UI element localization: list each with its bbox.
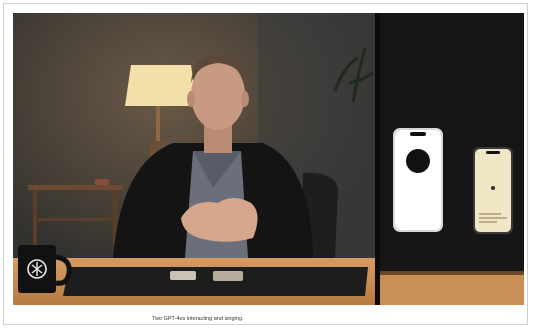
presenter-scene xyxy=(13,13,375,305)
content-frame: Two GPT-4os interacting and singing. xyxy=(3,3,528,325)
video-frame[interactable] xyxy=(13,13,524,305)
black-circle-icon xyxy=(406,149,430,173)
phone-on-table-left xyxy=(170,271,196,280)
phone-on-table-right xyxy=(213,271,243,281)
phone-left xyxy=(393,128,443,232)
presenter-scene-art xyxy=(13,13,375,305)
phones-scene xyxy=(380,13,524,305)
phones-scene-art xyxy=(380,13,524,305)
phone-right xyxy=(473,147,513,234)
video-caption: Two GPT-4os interacting and singing. xyxy=(152,316,244,322)
